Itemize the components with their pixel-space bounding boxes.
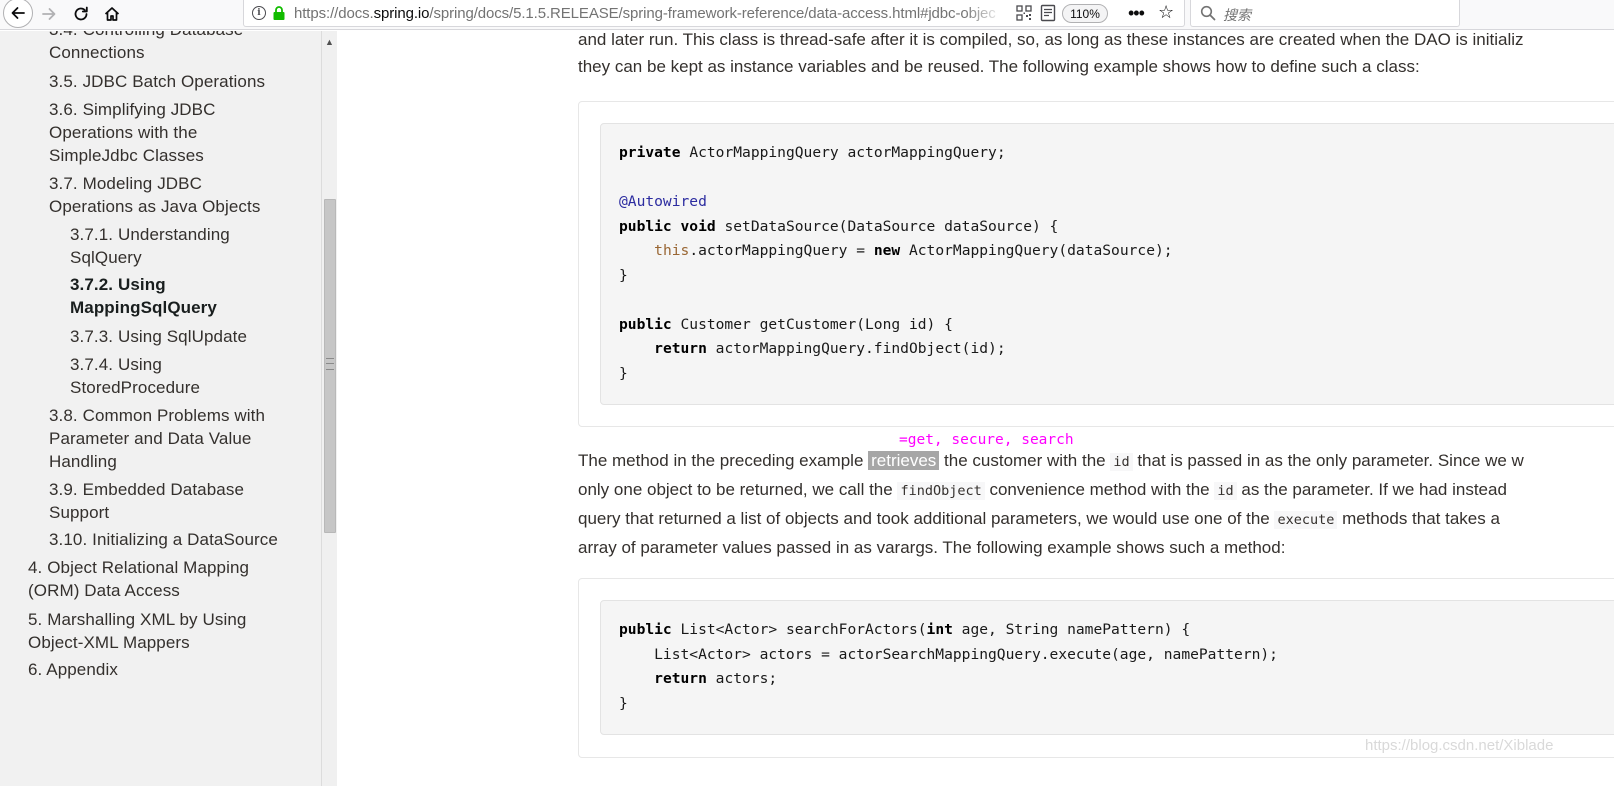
bookmark-star-icon[interactable]: ☆ <box>1158 2 1174 23</box>
url-bar[interactable]: i https://docs.spring.io/spring/docs/5.1… <box>243 0 1185 27</box>
toc-item-3-7-2[interactable]: 3.7.2. Using MappingSqlQuery <box>70 273 217 319</box>
reader-view-icon[interactable] <box>1040 4 1056 22</box>
scroll-up-arrow-icon[interactable]: ▲ <box>325 37 334 47</box>
code-line: private ActorMappingQuery actorMappingQu… <box>619 144 1006 161</box>
code-line: public void setDataSource(DataSource dat… <box>619 217 1059 235</box>
selected-word[interactable]: retrieves <box>868 451 940 470</box>
code-line: List<Actor> actors = actorSearchMappingQ… <box>619 645 1278 663</box>
toc-item-3-7-4[interactable]: 3.7.4. Using StoredProcedure <box>70 353 200 399</box>
back-button[interactable] <box>0 0 34 28</box>
intro-paragraph: and later run. This class is thread-safe… <box>578 31 1524 76</box>
reload-icon <box>74 6 88 21</box>
toc-item-3-5[interactable]: 3.5. JDBC Batch Operations <box>49 70 265 93</box>
code-line: return actors; <box>654 670 778 687</box>
toc-item-3-6[interactable]: 3.6. Simplifying JDBC Operations with the… <box>49 98 216 167</box>
forward-button[interactable] <box>36 0 62 28</box>
inline-code: execute <box>1274 511 1338 529</box>
translation-tooltip: =get, secure, search <box>899 432 1074 448</box>
reload-button[interactable] <box>68 0 94 28</box>
url-prefix: https://docs. <box>294 5 374 22</box>
more-actions-icon[interactable]: ••• <box>1128 3 1145 24</box>
search-placeholder: 搜索 <box>1223 8 1251 24</box>
home-button[interactable] <box>99 0 125 28</box>
code-line: } <box>619 364 628 382</box>
code-line: public Customer getCustomer(Long id) { <box>619 315 953 333</box>
back-arrow-icon <box>3 0 33 28</box>
code-line: return actorMappingQuery.findObject(id); <box>654 340 1006 357</box>
scrollbar-thumb[interactable] <box>324 199 336 533</box>
toc-item-4[interactable]: 4. Object Relational Mapping (ORM) Data A… <box>28 556 249 602</box>
main-content: and later run. This class is thread-safe… <box>337 31 1614 786</box>
toc-item-5[interactable]: 5. Marshalling XML by Using Object-XML Ma… <box>28 608 246 654</box>
code-block-1-pre: private ActorMappingQuery actorMappingQu… <box>600 123 1614 405</box>
inline-code: id <box>1110 453 1133 471</box>
search-bar[interactable]: 搜索 <box>1190 0 1460 27</box>
toc-item-3-7[interactable]: 3.7. Modeling JDBC Operations as Java Obj… <box>49 172 260 218</box>
code-line: public List<Actor> searchForActors(int a… <box>619 621 1191 638</box>
info-icon[interactable]: i <box>252 6 266 20</box>
toc-item-3-4[interactable]: 3.4. Controlling DatabaseConnections <box>49 31 243 64</box>
code-block-2-pre: public List<Actor> searchForActors(int a… <box>600 600 1614 735</box>
toc-item-3-8[interactable]: 3.8. Common Problems with Parameter and D… <box>49 404 265 473</box>
code-line: } <box>619 694 628 712</box>
url-text[interactable]: https://docs.spring.io/spring/docs/5.1.5… <box>294 5 1004 22</box>
inline-code: id <box>1214 482 1237 500</box>
code-block-2: public List<Actor> searchForActors(int a… <box>578 578 1614 758</box>
method-paragraph: The method in the preceding example retr… <box>578 451 1524 557</box>
code-line: this.actorMappingQuery = new ActorMappin… <box>654 242 1173 259</box>
toc-item-3-7-1[interactable]: 3.7.1. Understanding SqlQuery <box>70 223 230 269</box>
browser-toolbar: i https://docs.spring.io/spring/docs/5.1… <box>0 0 1614 30</box>
qr-code-icon[interactable] <box>1016 5 1032 21</box>
scrollbar-grip-icon <box>326 358 334 370</box>
url-path: /spring/docs/5.1.5.RELEASE/spring-framew… <box>429 5 996 22</box>
watermark: https://blog.csdn.net/Xiblade <box>1365 737 1554 754</box>
toc-item-3-10[interactable]: 3.10. Initializing a DataSource <box>49 528 278 551</box>
zoom-level-badge[interactable]: 110% <box>1062 4 1108 23</box>
code-line: } <box>619 266 628 284</box>
sidebar-scrollbar[interactable]: ▲ <box>321 31 337 786</box>
code-block-1: private ActorMappingQuery actorMappingQu… <box>578 101 1614 427</box>
code-line: @Autowired <box>619 193 707 210</box>
lock-icon <box>273 6 285 20</box>
search-icon <box>1200 5 1216 21</box>
toc-item-3-9[interactable]: 3.9. Embedded Database Support <box>49 478 244 524</box>
home-icon <box>104 7 120 21</box>
url-host: spring.io <box>373 5 430 22</box>
forward-arrow-icon <box>42 8 56 20</box>
toc-item-3-7-3[interactable]: 3.7.3. Using SqlUpdate <box>70 325 247 348</box>
inline-code: findObject <box>897 482 985 500</box>
toc-sidebar: 3.4. Controlling DatabaseConnections 3.5… <box>0 31 321 786</box>
url-fade <box>964 2 1004 24</box>
toc-item-6[interactable]: 6. Appendix <box>28 658 118 681</box>
